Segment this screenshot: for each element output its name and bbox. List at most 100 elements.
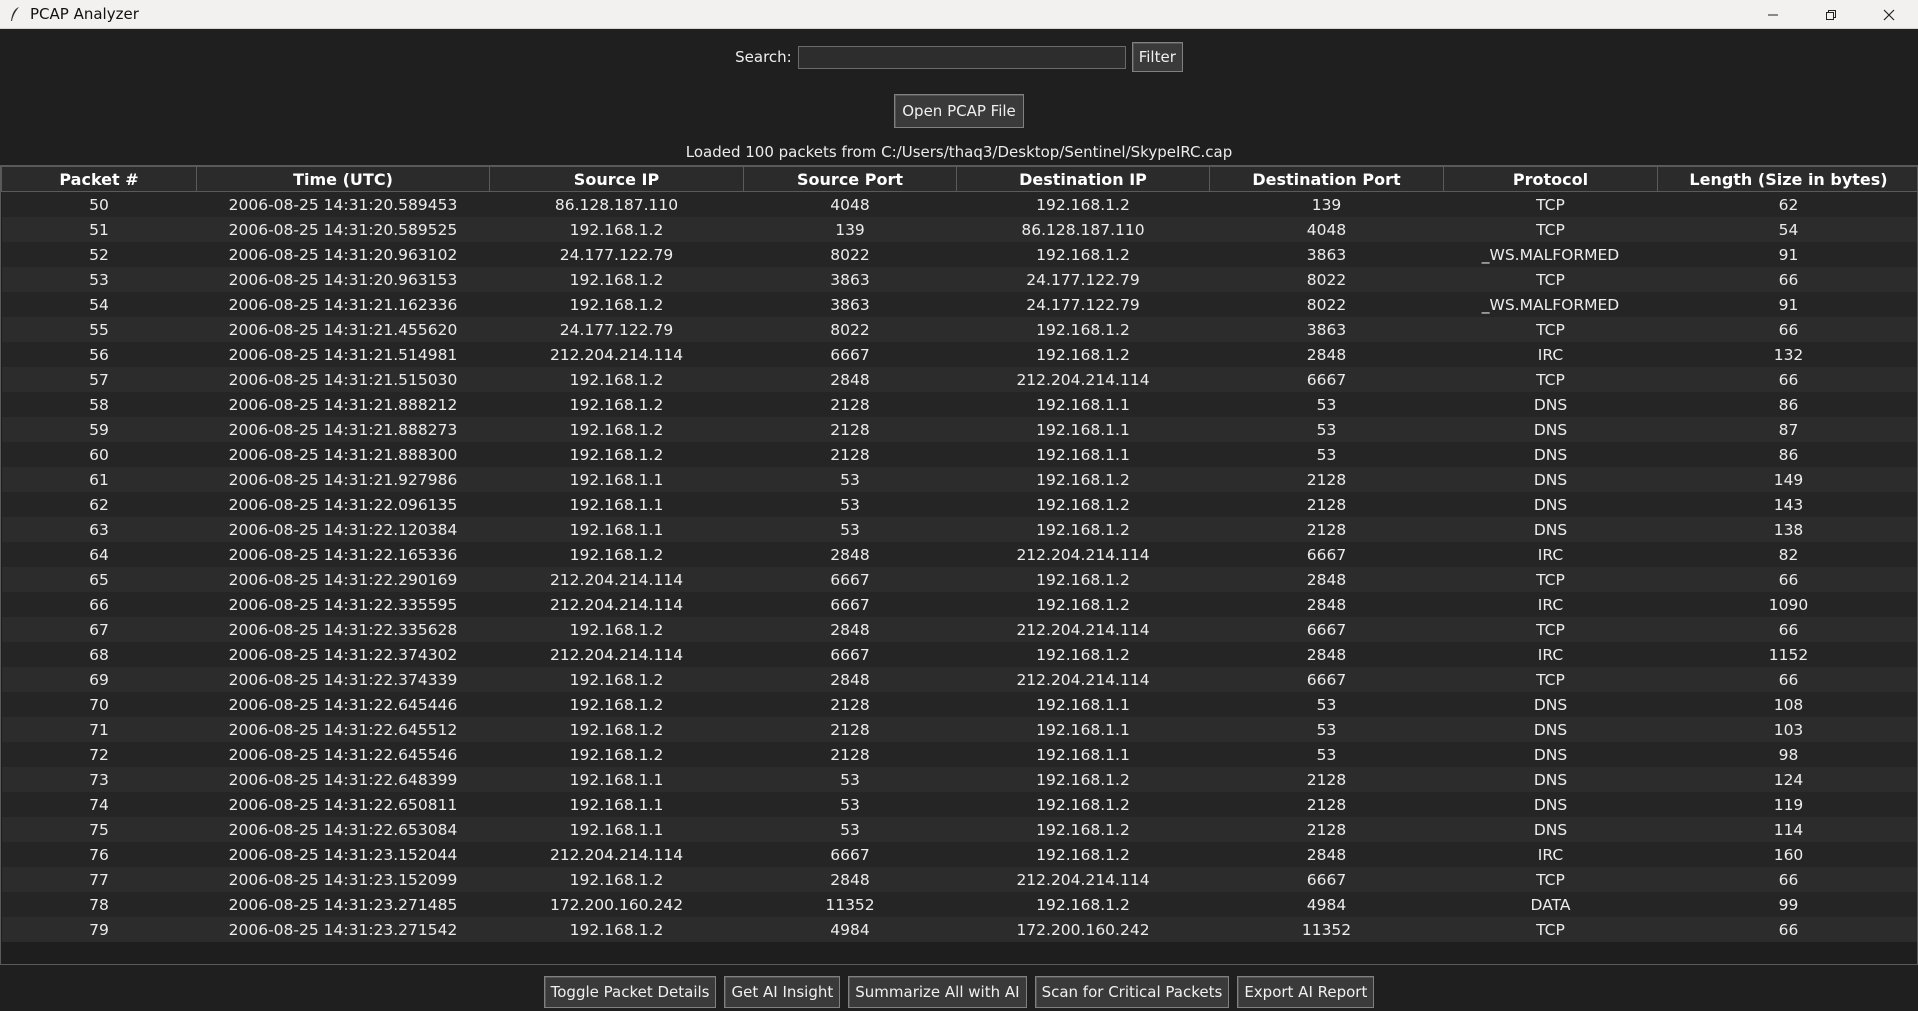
table-cell: 24.177.122.79 <box>956 267 1210 292</box>
table-cell: 2006-08-25 14:31:21.888300 <box>196 442 490 467</box>
table-cell: 124 <box>1657 767 1917 792</box>
table-row[interactable]: 63 2006-08-25 14:31:22.120384 192.168.1.1 5… <box>1 517 1917 542</box>
table-cell: 192.168.1.2 <box>489 717 744 742</box>
table-row[interactable]: 61 2006-08-25 14:31:21.927986 192.168.1.1 5… <box>1 467 1917 492</box>
table-cell: 143 <box>1657 492 1917 517</box>
scan-for-critical-packets-button[interactable]: Scan for Critical Packets <box>1034 976 1230 1008</box>
table-row[interactable]: 55 2006-08-25 14:31:21.455620 24.177.122.7… <box>1 317 1917 342</box>
table-cell: 53 <box>1209 392 1444 417</box>
table-cell: DATA <box>1443 892 1658 917</box>
table-cell: 65 <box>1 567 197 592</box>
column-header[interactable]: Packet # <box>1 166 197 192</box>
summarize-all-with-ai-button[interactable]: Summarize All with AI <box>848 976 1027 1008</box>
export-ai-report-button[interactable]: Export AI Report <box>1237 976 1375 1008</box>
table-row[interactable]: 59 2006-08-25 14:31:21.888273 192.168.1.2 2… <box>1 417 1917 442</box>
table-row[interactable]: 72 2006-08-25 14:31:22.645546 192.168.1.2 2… <box>1 742 1917 767</box>
table-cell: 11352 <box>1209 917 1444 942</box>
get-ai-insight-button[interactable]: Get AI Insight <box>724 976 841 1008</box>
table-cell: TCP <box>1443 667 1658 692</box>
column-header[interactable]: Time (UTC) <box>196 166 490 192</box>
table-cell: 2848 <box>743 667 957 692</box>
table-cell: 50 <box>1 191 197 217</box>
column-header[interactable]: Destination IP <box>956 166 1210 192</box>
packet-table[interactable]: Packet # Time (UTC) Source IP Source Port De… <box>0 165 1918 965</box>
table-cell: 53 <box>743 467 957 492</box>
table-cell: 2006-08-25 14:31:21.455620 <box>196 317 490 342</box>
table-row[interactable]: 75 2006-08-25 14:31:22.653084 192.168.1.1 5… <box>1 817 1917 842</box>
table-row[interactable]: 71 2006-08-25 14:31:22.645512 192.168.1.2 2… <box>1 717 1917 742</box>
table-cell: _WS.MALFORMED <box>1443 242 1658 267</box>
minimize-button[interactable] <box>1744 0 1802 29</box>
table-cell: DNS <box>1443 417 1658 442</box>
column-header[interactable]: Destination Port <box>1209 166 1444 192</box>
table-cell: 212.204.214.114 <box>489 642 744 667</box>
table-row[interactable]: 53 2006-08-25 14:31:20.963153 192.168.1.2 3… <box>1 267 1917 292</box>
table-row[interactable]: 66 2006-08-25 14:31:22.335595 212.204.214.… <box>1 592 1917 617</box>
table-cell: 192.168.1.2 <box>956 767 1210 792</box>
restore-button[interactable] <box>1802 0 1860 29</box>
table-row[interactable]: 65 2006-08-25 14:31:22.290169 212.204.214.… <box>1 567 1917 592</box>
table-row[interactable]: 78 2006-08-25 14:31:23.271485 172.200.160.… <box>1 892 1917 917</box>
table-cell: 192.168.1.2 <box>489 542 744 567</box>
title-bar[interactable]: PCAP Analyzer <box>0 0 1918 29</box>
column-header[interactable]: Source IP <box>489 166 744 192</box>
table-cell: 139 <box>743 217 957 242</box>
table-row[interactable]: 73 2006-08-25 14:31:22.648399 192.168.1.1 5… <box>1 767 1917 792</box>
table-row[interactable]: 54 2006-08-25 14:31:21.162336 192.168.1.2 3… <box>1 292 1917 317</box>
table-row[interactable]: 60 2006-08-25 14:31:21.888300 192.168.1.2 2… <box>1 442 1917 467</box>
table-cell: DNS <box>1443 817 1658 842</box>
table-row[interactable]: 77 2006-08-25 14:31:23.152099 192.168.1.2 2… <box>1 867 1917 892</box>
table-cell: 76 <box>1 842 197 867</box>
open-pcap-file-button[interactable]: Open PCAP File <box>894 94 1024 128</box>
table-row[interactable]: 68 2006-08-25 14:31:22.374302 212.204.214.… <box>1 642 1917 667</box>
table-cell: 99 <box>1657 892 1917 917</box>
table-cell: 11352 <box>743 892 957 917</box>
table-cell: 2006-08-25 14:31:22.165336 <box>196 542 490 567</box>
table-cell: 78 <box>1 892 197 917</box>
filter-button[interactable]: Filter <box>1131 42 1183 72</box>
table-cell: 66 <box>1 592 197 617</box>
table-row[interactable]: 52 2006-08-25 14:31:20.963102 24.177.122.7… <box>1 242 1917 267</box>
table-cell: 192.168.1.2 <box>489 442 744 467</box>
table-cell: 2128 <box>743 392 957 417</box>
table-cell: 2006-08-25 14:31:23.152099 <box>196 867 490 892</box>
table-row[interactable]: 69 2006-08-25 14:31:22.374339 192.168.1.2 2… <box>1 667 1917 692</box>
column-header[interactable]: Source Port <box>743 166 957 192</box>
table-row[interactable]: 79 2006-08-25 14:31:23.271542 192.168.1.2 4… <box>1 917 1917 942</box>
table-cell: 2128 <box>743 742 957 767</box>
table-cell: 2006-08-25 14:31:22.335628 <box>196 617 490 642</box>
table-cell: 87 <box>1657 417 1917 442</box>
table-cell: 192.168.1.1 <box>489 767 744 792</box>
table-cell: TCP <box>1443 617 1658 642</box>
table-cell: IRC <box>1443 842 1658 867</box>
table-cell: 74 <box>1 792 197 817</box>
column-header[interactable]: Protocol <box>1443 166 1658 192</box>
table-row[interactable]: 64 2006-08-25 14:31:22.165336 192.168.1.2 2… <box>1 542 1917 567</box>
table-cell: 56 <box>1 342 197 367</box>
table-cell: 2006-08-25 14:31:23.271485 <box>196 892 490 917</box>
table-row[interactable]: 51 2006-08-25 14:31:20.589525 192.168.1.2 1… <box>1 217 1917 242</box>
table-row[interactable]: 56 2006-08-25 14:31:21.514981 212.204.214.… <box>1 342 1917 367</box>
toggle-packet-details-button[interactable]: Toggle Packet Details <box>543 976 717 1008</box>
table-cell: 212.204.214.114 <box>956 367 1210 392</box>
table-cell: 8022 <box>743 242 957 267</box>
table-row[interactable]: 58 2006-08-25 14:31:21.888212 192.168.1.2 2… <box>1 392 1917 417</box>
table-cell: 53 <box>1209 417 1444 442</box>
table-cell: 192.168.1.1 <box>489 792 744 817</box>
table-row[interactable]: 76 2006-08-25 14:31:23.152044 212.204.214.… <box>1 842 1917 867</box>
table-cell: 114 <box>1657 817 1917 842</box>
table-cell: 2848 <box>743 617 957 642</box>
table-row[interactable]: 62 2006-08-25 14:31:22.096135 192.168.1.1 5… <box>1 492 1917 517</box>
table-row[interactable]: 74 2006-08-25 14:31:22.650811 192.168.1.1 5… <box>1 792 1917 817</box>
table-row[interactable]: 50 2006-08-25 14:31:20.589453 86.128.187.1… <box>1 191 1917 217</box>
table-row[interactable]: 67 2006-08-25 14:31:22.335628 192.168.1.2 2… <box>1 617 1917 642</box>
table-row[interactable]: 57 2006-08-25 14:31:21.515030 192.168.1.2 2… <box>1 367 1917 392</box>
search-input[interactable] <box>797 45 1126 69</box>
table-cell: 2006-08-25 14:31:22.645546 <box>196 742 490 767</box>
table-row[interactable]: 70 2006-08-25 14:31:22.645446 192.168.1.2 2… <box>1 692 1917 717</box>
table-cell: 2128 <box>743 692 957 717</box>
table-cell: 2848 <box>743 367 957 392</box>
close-button[interactable] <box>1860 0 1918 29</box>
column-header[interactable]: Length (Size in bytes) <box>1657 166 1917 192</box>
restore-icon <box>1826 9 1836 20</box>
